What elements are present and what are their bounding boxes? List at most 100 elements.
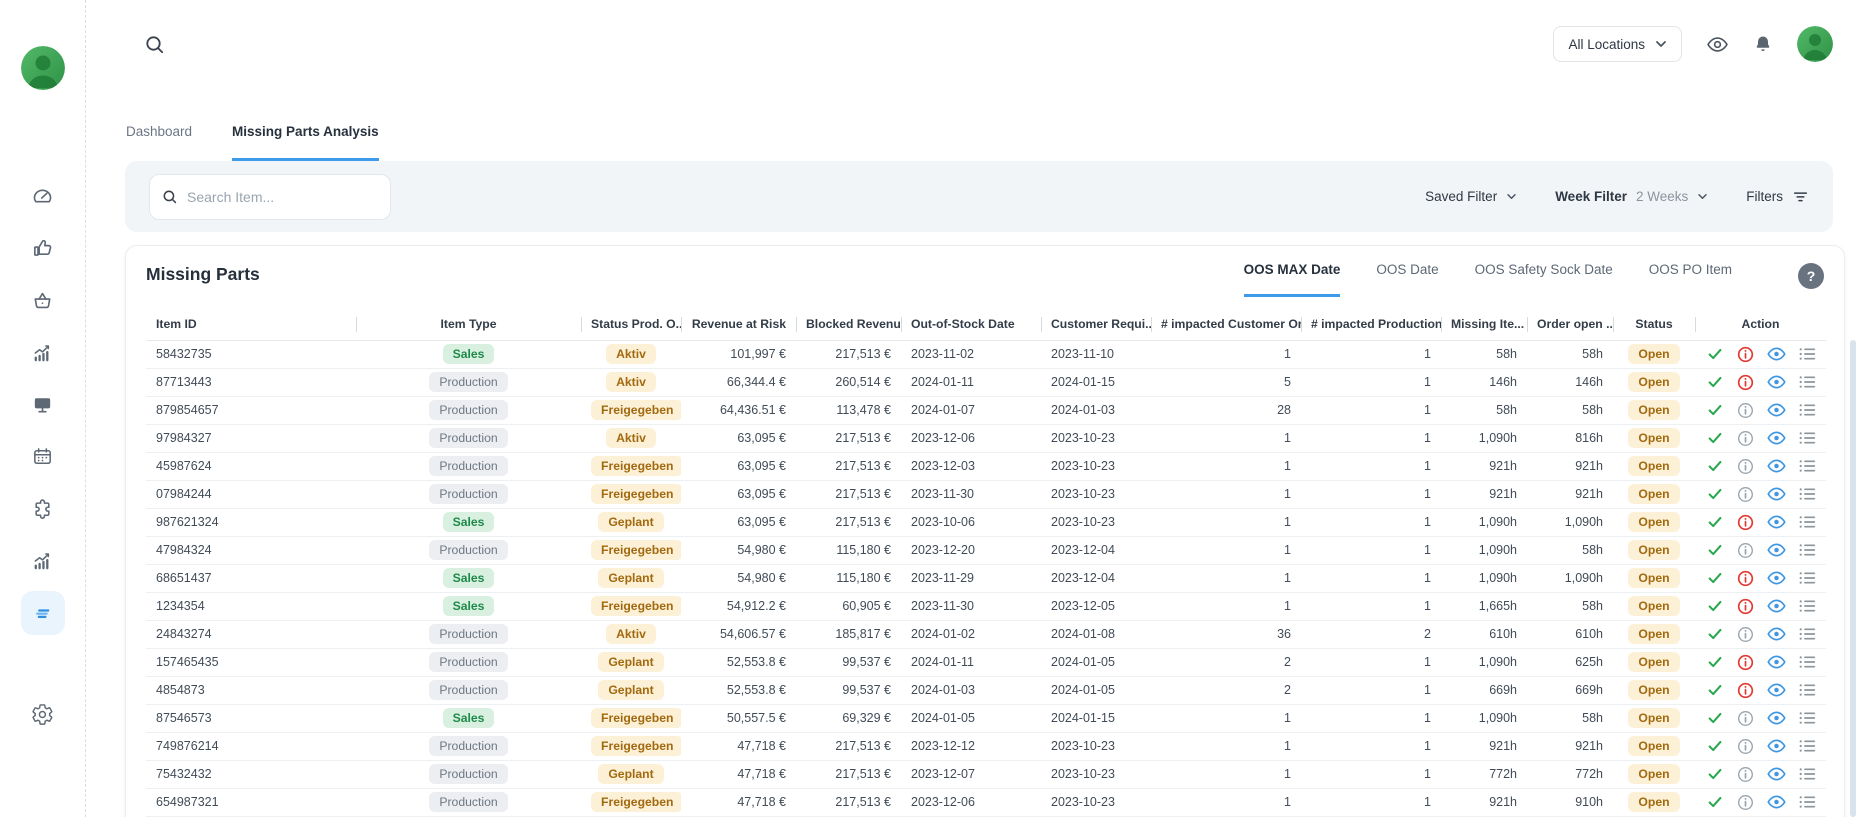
- approve-check-icon[interactable]: [1706, 401, 1724, 419]
- bell-icon[interactable]: [1753, 34, 1773, 54]
- info-alert-icon[interactable]: [1737, 374, 1754, 391]
- table-row[interactable]: 749876214ProductionFreigegeben47,718 €21…: [146, 732, 1826, 760]
- column-header-impacted_customer_orders[interactable]: # impacted Customer Or...: [1151, 309, 1301, 340]
- help-icon[interactable]: ?: [1798, 263, 1824, 289]
- table-row[interactable]: 1234354SalesFreigegeben54,912.2 €60,905 …: [146, 592, 1826, 620]
- approve-check-icon[interactable]: [1706, 765, 1724, 783]
- view-eye-icon[interactable]: [1767, 795, 1786, 809]
- info-alert-icon[interactable]: [1737, 766, 1754, 783]
- tab-dashboard[interactable]: Dashboard: [126, 122, 192, 161]
- details-list-icon[interactable]: [1799, 655, 1816, 669]
- table-row[interactable]: 47984324ProductionFreigegeben54,980 €115…: [146, 536, 1826, 564]
- table-row[interactable]: 75432432ProductionGeplant47,718 €217,513…: [146, 760, 1826, 788]
- details-list-icon[interactable]: [1799, 487, 1816, 501]
- view-eye-icon[interactable]: [1767, 655, 1786, 669]
- puzzle-icon[interactable]: [31, 496, 55, 520]
- column-header-out_of_stock_date[interactable]: Out-of-Stock Date: [901, 309, 1041, 340]
- approve-check-icon[interactable]: [1706, 345, 1724, 363]
- table-row[interactable]: 68651437SalesGeplant54,980 €115,180 €202…: [146, 564, 1826, 592]
- details-list-icon[interactable]: [1799, 683, 1816, 697]
- chart-trend-icon[interactable]: [31, 548, 55, 572]
- details-list-icon[interactable]: [1799, 543, 1816, 557]
- gauge-icon[interactable]: [31, 184, 55, 208]
- info-alert-icon[interactable]: [1737, 430, 1754, 447]
- info-alert-icon[interactable]: [1737, 794, 1754, 811]
- approve-check-icon[interactable]: [1706, 541, 1724, 559]
- approve-check-icon[interactable]: [1706, 793, 1724, 811]
- location-selector[interactable]: All Locations: [1553, 26, 1682, 62]
- info-alert-icon[interactable]: [1737, 626, 1754, 643]
- view-eye-icon[interactable]: [1767, 459, 1786, 473]
- details-list-icon[interactable]: [1799, 459, 1816, 473]
- week-filter-dropdown[interactable]: Week Filter 2 Weeks: [1555, 189, 1708, 204]
- column-header-item_id[interactable]: Item ID: [146, 309, 356, 340]
- details-list-icon[interactable]: [1799, 375, 1816, 389]
- approve-check-icon[interactable]: [1706, 373, 1724, 391]
- view-eye-icon[interactable]: [1767, 711, 1786, 725]
- details-list-icon[interactable]: [1799, 767, 1816, 781]
- approve-check-icon[interactable]: [1706, 429, 1724, 447]
- column-header-blocked_revenue[interactable]: Blocked Revenue: [796, 309, 901, 340]
- column-header-status_prod[interactable]: Status Prod. O..: [581, 309, 681, 340]
- filters-button[interactable]: Filters: [1746, 189, 1809, 204]
- view-eye-icon[interactable]: [1767, 543, 1786, 557]
- user-avatar[interactable]: [1797, 26, 1833, 62]
- table-row[interactable]: 97984327ProductionAktiv63,095 €217,513 €…: [146, 424, 1826, 452]
- table-row[interactable]: 45987624ProductionFreigegeben63,095 €217…: [146, 452, 1826, 480]
- tab-oos-date[interactable]: OOS Date: [1376, 260, 1438, 297]
- table-row[interactable]: 58432735SalesAktiv101,997 €217,513 €2023…: [146, 340, 1826, 368]
- table-row[interactable]: 07984244ProductionFreigegeben63,095 €217…: [146, 480, 1826, 508]
- info-alert-icon[interactable]: [1737, 598, 1754, 615]
- info-alert-icon[interactable]: [1737, 514, 1754, 531]
- details-list-icon[interactable]: [1799, 599, 1816, 613]
- monitor-icon[interactable]: [31, 392, 55, 416]
- view-eye-icon[interactable]: [1767, 431, 1786, 445]
- table-row[interactable]: 87713443ProductionAktiv66,344.4 €260,514…: [146, 368, 1826, 396]
- tab-oos-safety-sock-date[interactable]: OOS Safety Sock Date: [1475, 260, 1613, 297]
- table-row[interactable]: 654987321ProductionFreigegeben47,718 €21…: [146, 788, 1826, 816]
- global-search-icon[interactable]: [144, 34, 166, 56]
- info-alert-icon[interactable]: [1737, 486, 1754, 503]
- info-alert-icon[interactable]: [1737, 402, 1754, 419]
- info-alert-icon[interactable]: [1737, 710, 1754, 727]
- tab-oos-max-date[interactable]: OOS MAX Date: [1244, 260, 1341, 297]
- item-search-box[interactable]: [149, 174, 391, 220]
- info-alert-icon[interactable]: [1737, 542, 1754, 559]
- details-list-icon[interactable]: [1799, 627, 1816, 641]
- calendar-icon[interactable]: [31, 444, 55, 468]
- approve-check-icon[interactable]: [1706, 653, 1724, 671]
- details-list-icon[interactable]: [1799, 403, 1816, 417]
- basket-icon[interactable]: [31, 288, 55, 312]
- info-alert-icon[interactable]: [1737, 654, 1754, 671]
- details-list-icon[interactable]: [1799, 571, 1816, 585]
- column-header-impacted_production_orders[interactable]: # impacted Production...: [1301, 309, 1441, 340]
- column-header-customer_required[interactable]: Customer Requi...: [1041, 309, 1151, 340]
- approve-check-icon[interactable]: [1706, 457, 1724, 475]
- column-header-order_open[interactable]: Order open ...: [1527, 309, 1613, 340]
- info-alert-icon[interactable]: [1737, 346, 1754, 363]
- approve-check-icon[interactable]: [1706, 597, 1724, 615]
- table-row[interactable]: 157465435ProductionGeplant52,553.8 €99,5…: [146, 648, 1826, 676]
- gear-icon[interactable]: [31, 702, 55, 726]
- view-eye-icon[interactable]: [1767, 683, 1786, 697]
- column-header-action[interactable]: Action: [1695, 309, 1826, 340]
- view-eye-icon[interactable]: [1767, 403, 1786, 417]
- info-alert-icon[interactable]: [1737, 570, 1754, 587]
- approve-check-icon[interactable]: [1706, 681, 1724, 699]
- column-header-missing_items[interactable]: Missing Ite...: [1441, 309, 1527, 340]
- table-row[interactable]: 87546573SalesFreigegeben50,557.5 €69,329…: [146, 704, 1826, 732]
- details-list-icon[interactable]: [1799, 795, 1816, 809]
- approve-check-icon[interactable]: [1706, 709, 1724, 727]
- view-eye-icon[interactable]: [1767, 487, 1786, 501]
- table-row[interactable]: 987621324SalesGeplant63,095 €217,513 €20…: [146, 508, 1826, 536]
- details-list-icon[interactable]: [1799, 515, 1816, 529]
- tab-oos-po-item[interactable]: OOS PO Item: [1649, 260, 1732, 297]
- view-eye-icon[interactable]: [1767, 599, 1786, 613]
- approve-check-icon[interactable]: [1706, 513, 1724, 531]
- approve-check-icon[interactable]: [1706, 737, 1724, 755]
- view-eye-icon[interactable]: [1767, 627, 1786, 641]
- column-header-item_type[interactable]: Item Type: [356, 309, 581, 340]
- approve-check-icon[interactable]: [1706, 485, 1724, 503]
- view-eye-icon[interactable]: [1767, 515, 1786, 529]
- column-header-status[interactable]: Status: [1613, 309, 1695, 340]
